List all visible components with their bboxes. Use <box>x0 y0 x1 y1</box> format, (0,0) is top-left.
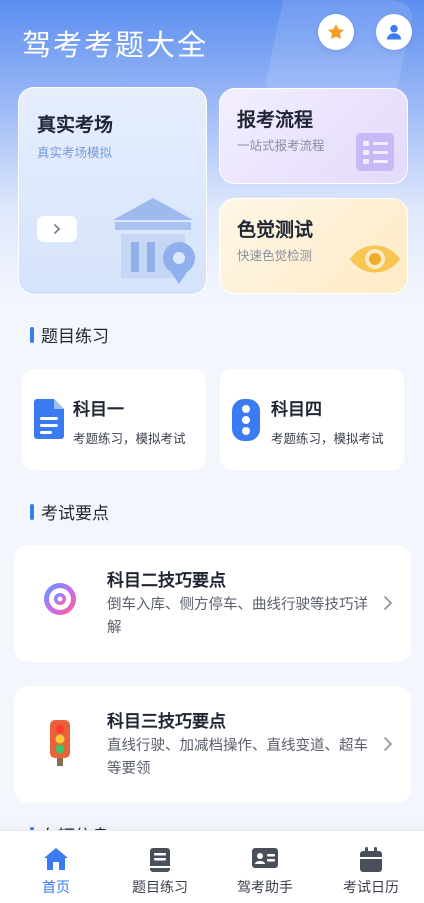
practice-section-label: 题目练习 <box>41 327 109 347</box>
registration-process-card[interactable]: 报考流程 一站式报考流程 <box>219 88 408 184</box>
home-page: 驾考考题大全 真实考场 真实考场模拟 报考流程 一站式报考流程 色觉测试 快速色… <box>0 0 424 903</box>
book-icon <box>150 848 170 872</box>
user-icon <box>386 24 402 40</box>
subject-two-tips-desc: 倒车入库、侧方停车、曲线行驶等技巧详解 <box>107 597 368 636</box>
bottom-tab-bar: 首页 题目练习 驾考助手 考试日历 <box>0 830 424 903</box>
practice-section-title: 题目练习 <box>30 322 109 347</box>
tab-assistant-label: 驾考助手 <box>237 880 293 896</box>
real-exam-enter-button[interactable] <box>37 216 77 242</box>
steering-wheel-icon <box>44 583 76 615</box>
exam-building-icon <box>113 198 195 284</box>
registration-process-subtitle: 一站式报考流程 <box>237 138 325 153</box>
tab-home[interactable]: 首页 <box>3 831 109 903</box>
calendar-icon <box>360 847 382 872</box>
subject-one-card[interactable]: 科目一 考题练习，模拟考试 <box>22 369 206 470</box>
chevron-right-icon <box>54 224 61 234</box>
subject-one-desc: 考题练习，模拟考试 <box>73 431 186 446</box>
subject-one-name: 科目一 <box>73 400 124 420</box>
real-exam-title: 真实考场 <box>37 114 114 136</box>
subject-four-name: 科目四 <box>271 400 322 420</box>
color-vision-card[interactable]: 色觉测试 快速色觉检测 <box>219 198 408 294</box>
key-points-section-label: 考试要点 <box>41 504 109 524</box>
document-icon <box>34 399 64 439</box>
key-points-section-title: 考试要点 <box>30 499 109 524</box>
traffic-light-icon <box>50 720 70 766</box>
profile-button[interactable] <box>376 14 412 50</box>
subject-four-card[interactable]: 科目四 考题练习，模拟考试 <box>220 369 404 470</box>
subject-two-tips-card[interactable]: 科目二技巧要点 倒车入库、侧方停车、曲线行驶等技巧详解 <box>14 545 411 662</box>
tab-calendar[interactable]: 考试日历 <box>318 831 424 903</box>
color-vision-subtitle: 快速色觉检测 <box>237 248 313 263</box>
color-vision-title: 色觉测试 <box>237 219 314 241</box>
chevron-right-icon <box>384 596 393 610</box>
subject-three-tips-title: 科目三技巧要点 <box>107 712 226 732</box>
tab-assistant[interactable]: 驾考助手 <box>212 831 318 903</box>
star-icon <box>328 24 344 40</box>
checklist-icon <box>356 133 394 171</box>
section-accent-bar <box>30 326 34 343</box>
tab-practice[interactable]: 题目练习 <box>107 831 213 903</box>
tab-practice-label: 题目练习 <box>132 880 188 896</box>
id-card-icon <box>252 848 278 868</box>
eye-icon <box>350 245 400 273</box>
section-accent-bar <box>30 503 34 520</box>
home-icon <box>44 848 68 870</box>
registration-process-title: 报考流程 <box>237 109 314 131</box>
traffic-light-icon <box>232 399 260 441</box>
favorites-button[interactable] <box>318 14 354 50</box>
app-title: 驾考考题大全 <box>22 28 209 62</box>
subject-three-tips-card[interactable]: 科目三技巧要点 直线行驶、加减档操作、直线变道、超车等要领 <box>14 686 411 803</box>
subject-two-tips-title: 科目二技巧要点 <box>107 571 226 591</box>
subject-three-tips-desc: 直线行驶、加减档操作、直线变道、超车等要领 <box>107 738 368 777</box>
real-exam-subtitle: 真实考场模拟 <box>37 145 113 160</box>
tab-calendar-label: 考试日历 <box>343 880 399 896</box>
real-exam-card[interactable]: 真实考场 真实考场模拟 <box>18 87 207 295</box>
tab-home-label: 首页 <box>42 880 70 896</box>
subject-four-desc: 考题练习，模拟考试 <box>271 431 384 446</box>
chevron-right-icon <box>384 737 393 751</box>
